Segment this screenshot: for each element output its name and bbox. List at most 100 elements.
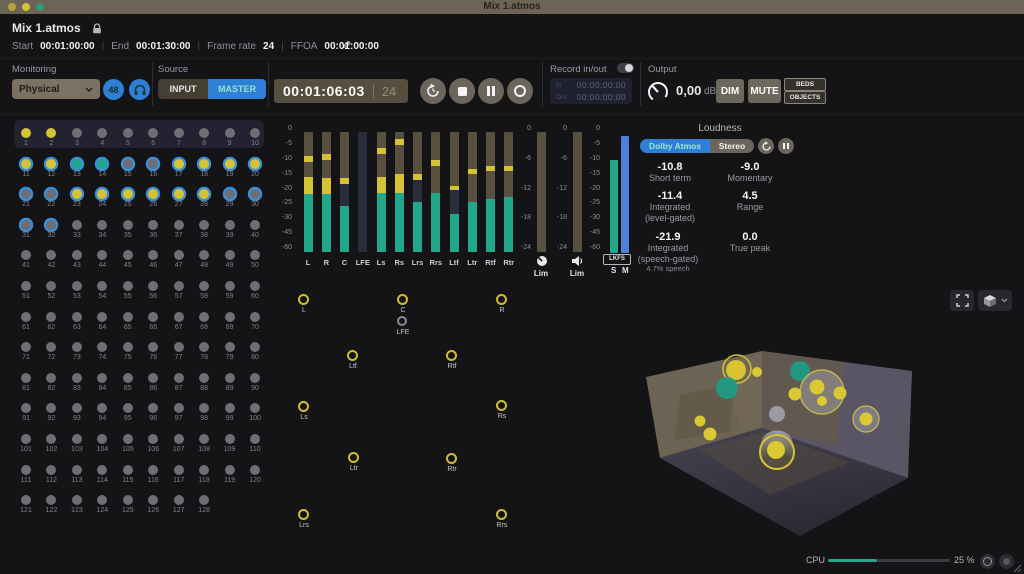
channel-dot-15[interactable]	[123, 159, 133, 169]
speaker-ring-Rtr[interactable]	[446, 453, 457, 464]
channel-dot-105[interactable]	[123, 434, 133, 444]
channel-dot-35[interactable]	[123, 220, 133, 230]
channel-dot-100[interactable]	[250, 403, 260, 413]
channel-dot-118[interactable]	[199, 465, 209, 475]
channel-dot-68[interactable]	[199, 312, 209, 322]
channel-dot-53[interactable]	[72, 281, 82, 291]
speaker-ring-Lrs[interactable]	[298, 509, 309, 520]
channel-dot-59[interactable]	[225, 281, 235, 291]
channel-dot-114[interactable]	[97, 465, 107, 475]
channel-dot-117[interactable]	[174, 465, 184, 475]
channel-dot-98[interactable]	[199, 403, 209, 413]
channel-dot-42[interactable]	[46, 250, 56, 260]
channel-dot-41[interactable]	[21, 250, 31, 260]
channel-dot-104[interactable]	[97, 434, 107, 444]
pause-button[interactable]	[478, 78, 504, 104]
room-3d-view[interactable]	[640, 340, 945, 555]
channel-dot-119[interactable]	[225, 465, 235, 475]
speaker-ring-Rrs[interactable]	[496, 509, 507, 520]
output-volume-knob[interactable]	[646, 80, 670, 104]
speaker-ring-L[interactable]	[298, 294, 309, 305]
channel-dot-116[interactable]	[148, 465, 158, 475]
channel-dot-72[interactable]	[46, 342, 56, 352]
channel-dot-96[interactable]	[148, 403, 158, 413]
channel-dot-109[interactable]	[225, 434, 235, 444]
channel-dot-48[interactable]	[199, 250, 209, 260]
channel-dot-95[interactable]	[123, 403, 133, 413]
channel-dot-45[interactable]	[123, 250, 133, 260]
channel-dot-56[interactable]	[148, 281, 158, 291]
channel-dot-123[interactable]	[72, 495, 82, 505]
channel-dot-121[interactable]	[21, 495, 31, 505]
channel-dot-70[interactable]	[250, 312, 260, 322]
channel-dot-40[interactable]	[250, 220, 260, 230]
fullscreen-button[interactable]	[950, 290, 974, 311]
channel-dot-101[interactable]	[21, 434, 31, 444]
channel-dot-120[interactable]	[250, 465, 260, 475]
channel-dot-32[interactable]	[46, 220, 56, 230]
channel-dot-28[interactable]	[199, 189, 209, 199]
channel-dot-85[interactable]	[123, 373, 133, 383]
channel-dot-58[interactable]	[199, 281, 209, 291]
channel-dot-80[interactable]	[250, 342, 260, 352]
channel-dot-54[interactable]	[97, 281, 107, 291]
source-input-button[interactable]: INPUT	[158, 79, 208, 99]
channel-dot-77[interactable]	[174, 342, 184, 352]
loudness-reset-button[interactable]	[758, 138, 774, 154]
channel-dot-20[interactable]	[250, 159, 260, 169]
channel-dot-84[interactable]	[97, 373, 107, 383]
headphone-badge[interactable]	[129, 79, 150, 100]
channel-dot-82[interactable]	[46, 373, 56, 383]
channel-dot-33[interactable]	[72, 220, 82, 230]
channel-dot-19[interactable]	[225, 159, 235, 169]
channel-dot-92[interactable]	[46, 403, 56, 413]
knob-icon[interactable]	[536, 255, 548, 267]
stop-button[interactable]	[449, 78, 475, 104]
channel-dot-125[interactable]	[123, 495, 133, 505]
channel-dot-81[interactable]	[21, 373, 31, 383]
channel-dot-38[interactable]	[199, 220, 209, 230]
channel-dot-115[interactable]	[123, 465, 133, 475]
channel-dot-127[interactable]	[174, 495, 184, 505]
channel-dot-51[interactable]	[21, 281, 31, 291]
channel-dot-43[interactable]	[72, 250, 82, 260]
channel-dot-47[interactable]	[174, 250, 184, 260]
channel-dot-57[interactable]	[174, 281, 184, 291]
channel-dot-107[interactable]	[174, 434, 184, 444]
loudness-tab-stereo[interactable]: Stereo	[710, 139, 754, 153]
channel-dot-102[interactable]	[46, 434, 56, 444]
objects-button[interactable]: OBJECTS	[784, 91, 826, 104]
channel-dot-83[interactable]	[72, 373, 82, 383]
loudness-pause-button[interactable]	[778, 138, 794, 154]
channel-dot-18[interactable]	[199, 159, 209, 169]
record-inout-times[interactable]: In 00:00:00:00 Out 00:00:00:00	[550, 78, 632, 104]
channel-dot-34[interactable]	[97, 220, 107, 230]
channel-dot-21[interactable]	[21, 189, 31, 199]
channel-dot-26[interactable]	[148, 189, 158, 199]
channel-dot-39[interactable]	[225, 220, 235, 230]
channel-dot-37[interactable]	[174, 220, 184, 230]
channel-dot-74[interactable]	[97, 342, 107, 352]
channel-dot-122[interactable]	[46, 495, 56, 505]
channel-dot-111[interactable]	[21, 465, 31, 475]
channel-dot-44[interactable]	[97, 250, 107, 260]
channel-dot-11[interactable]	[21, 159, 31, 169]
channel-dot-71[interactable]	[21, 342, 31, 352]
channel-dot-103[interactable]	[72, 434, 82, 444]
view-mode-button[interactable]	[978, 290, 1012, 311]
channel-dot-12[interactable]	[46, 159, 56, 169]
titlebar[interactable]: Mix 1.atmos	[0, 0, 1024, 14]
channel-dot-61[interactable]	[21, 312, 31, 322]
monitoring-device-dropdown[interactable]: Physical	[12, 79, 100, 99]
channel-dot-113[interactable]	[72, 465, 82, 475]
channel-dot-106[interactable]	[148, 434, 158, 444]
channel-dot-64[interactable]	[97, 312, 107, 322]
source-master-button[interactable]: MASTER	[208, 79, 266, 99]
channel-dot-30[interactable]	[250, 189, 260, 199]
channel-dot-112[interactable]	[46, 465, 56, 475]
channel-dot-75[interactable]	[123, 342, 133, 352]
channel-dot-89[interactable]	[225, 373, 235, 383]
dim-button[interactable]: DIM	[716, 79, 744, 103]
speaker-ring-C[interactable]	[397, 294, 408, 305]
channel-dot-3[interactable]	[72, 128, 82, 138]
